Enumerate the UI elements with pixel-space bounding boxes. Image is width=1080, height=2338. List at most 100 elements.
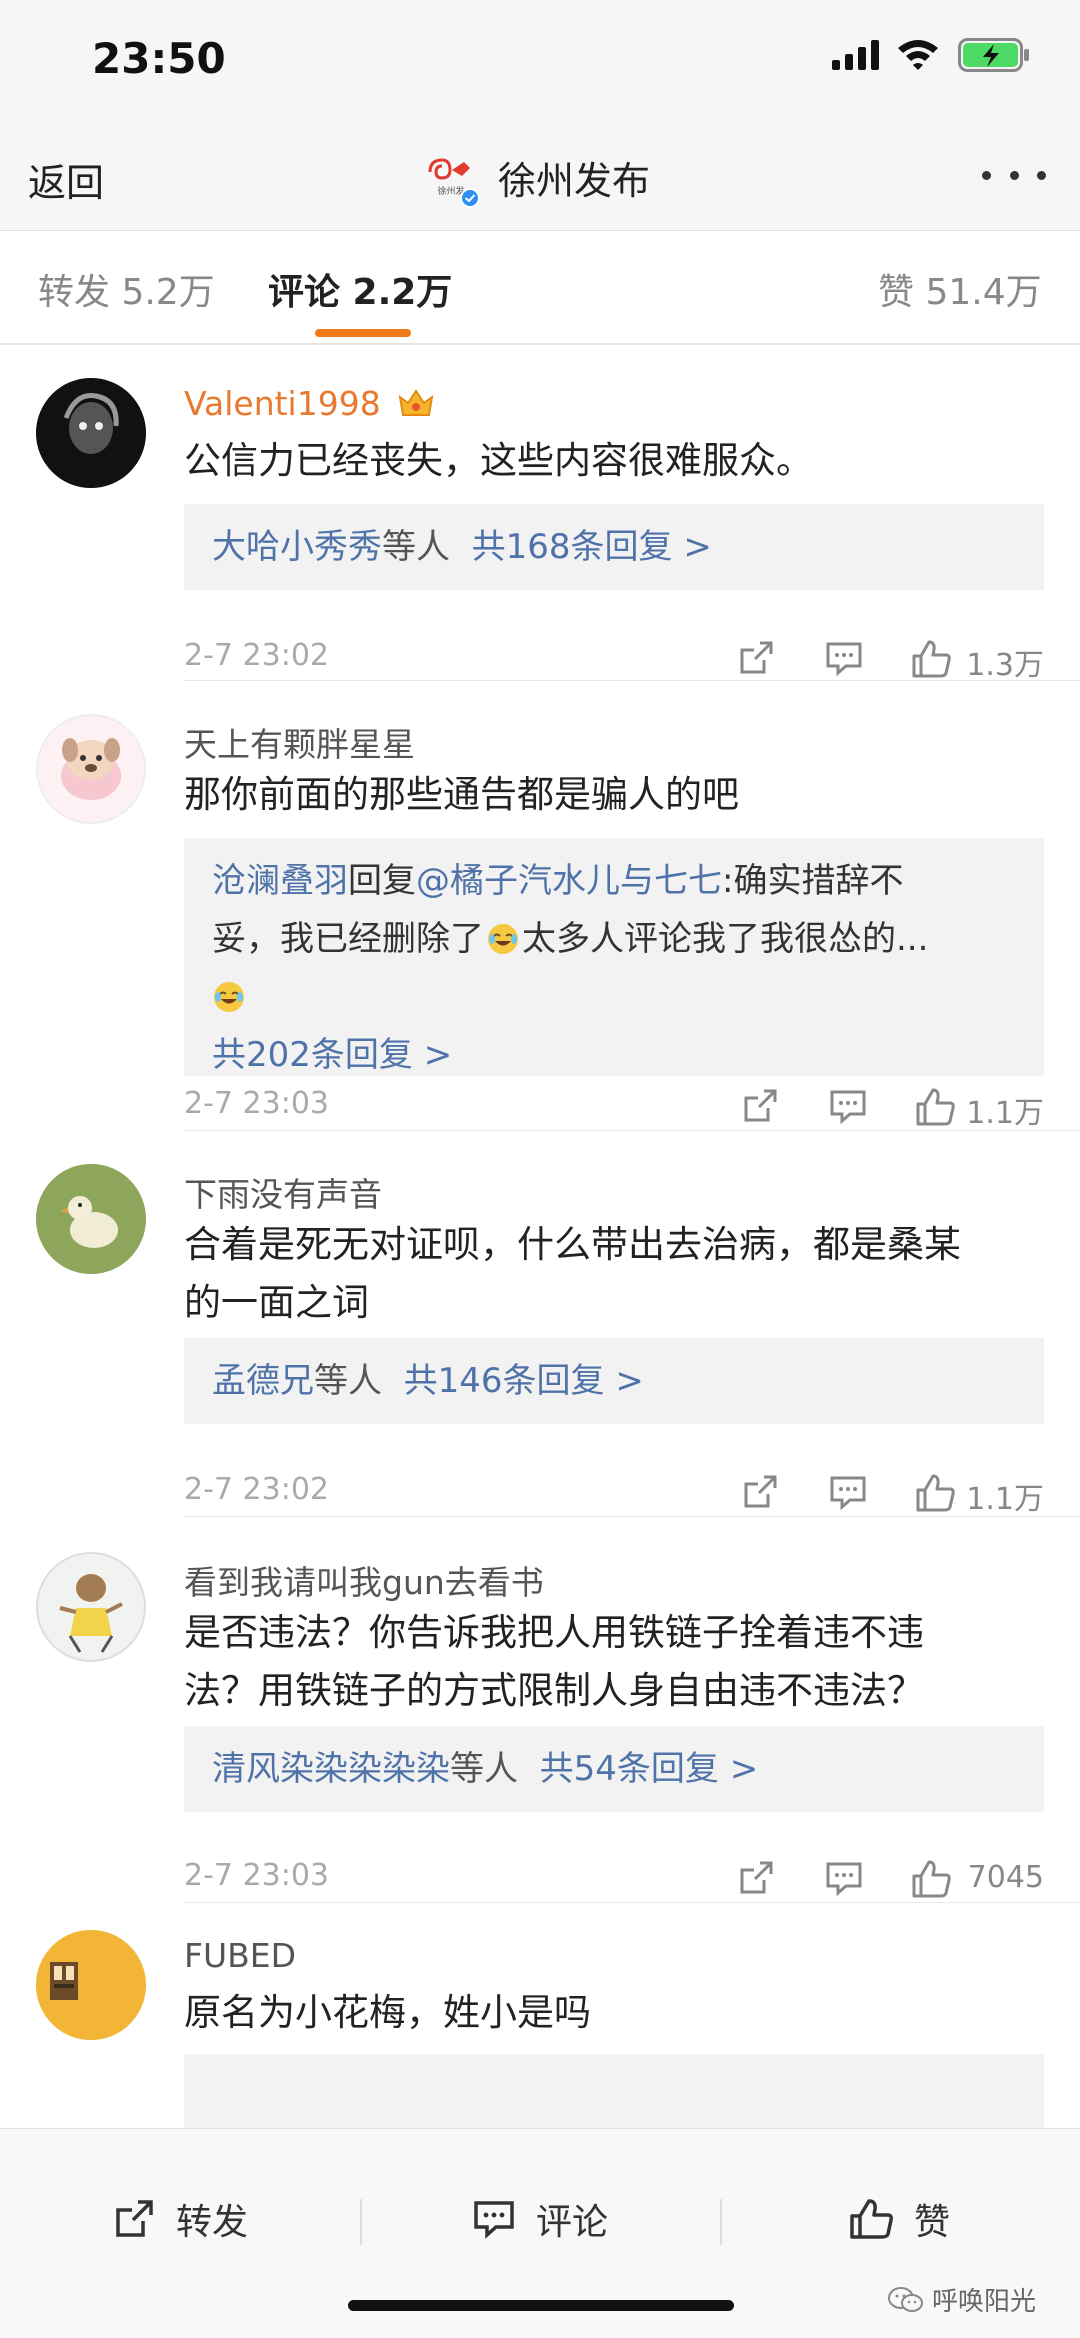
repost-icon[interactable]	[736, 1858, 776, 1898]
tab-like[interactable]: 赞 51.4万	[878, 263, 1042, 315]
bottom-repost-label: 转发	[176, 2202, 249, 2243]
tab-repost[interactable]: 转发 5.2万	[38, 263, 215, 315]
comment-icon[interactable]	[828, 1086, 868, 1126]
laugh-cry-emoji-icon	[214, 982, 244, 1012]
comment-meta: 2-7 23:03 1.1万	[184, 1082, 1044, 1132]
comment-text-line2: 的一面之词	[184, 1281, 369, 1324]
comment-icon	[474, 2201, 514, 2239]
comment-username[interactable]: FUBED	[184, 1936, 296, 1975]
reply-summary: 孟德兄等人 共146条回复 >	[184, 1338, 1044, 1424]
reply-text-part3: 太多人评论我了我很怂的...	[522, 919, 929, 959]
interaction-tabs: 转发 5.2万 评论 2.2万 赞 51.4万	[0, 231, 1080, 344]
divider	[360, 2199, 362, 2245]
tab-comment[interactable]: 评论 2.2万	[268, 263, 452, 315]
reply-author[interactable]: 沧澜叠羽	[212, 861, 348, 901]
comment-icon[interactable]	[824, 638, 864, 678]
status-time: 23:50	[92, 34, 226, 83]
comment-text: 是否违法？你告诉我把人用铁链子拴着违不违 法？用铁链子的方式限制人身自由违不违法…	[184, 1604, 1044, 1720]
like-count: 1.1万	[966, 1482, 1044, 1517]
avatar[interactable]	[36, 1164, 146, 1274]
bottom-comment-button[interactable]: 评论	[472, 2189, 608, 2249]
comment-icon[interactable]	[828, 1472, 868, 1512]
comment-username[interactable]: Valenti1998	[184, 384, 435, 423]
reply-count-link[interactable]: 共54条回复 >	[540, 1749, 759, 1789]
comment-meta: 2-7 23:02 1.3万	[184, 634, 1044, 684]
comment-username[interactable]: 下雨没有声音	[184, 1168, 382, 1216]
reply-text-part2: 妥，我已经删除了	[212, 919, 484, 959]
like-icon	[850, 2199, 893, 2239]
reply-names[interactable]: 孟德兄	[212, 1361, 314, 1401]
like-count: 7045	[967, 1860, 1044, 1895]
like-icon[interactable]	[910, 1858, 952, 1900]
avatar[interactable]	[36, 714, 146, 824]
back-button[interactable]: 返回	[28, 152, 104, 207]
wechat-icon	[888, 2286, 923, 2312]
active-tab-indicator	[315, 329, 411, 337]
reply-suffix: 等人	[382, 527, 450, 567]
comment-icon[interactable]	[824, 1858, 864, 1898]
nav-bar: 返回 徐州发 徐州发布	[0, 128, 1080, 231]
home-indicator[interactable]	[348, 2300, 734, 2311]
avatar[interactable]	[36, 1930, 146, 2040]
divider	[0, 344, 1080, 345]
bottom-like-button[interactable]: 赞	[848, 2189, 950, 2249]
like-count: 1.1万	[966, 1096, 1044, 1131]
comment-meta: 2-7 23:03 7045	[184, 1854, 1044, 1904]
divider	[184, 1130, 1080, 1131]
comment-date: 2-7 23:03	[184, 1858, 329, 1893]
watermark-text: 呼唤阳光	[932, 2287, 1037, 2317]
reply-preview[interactable]: 孟德兄等人 共146条回复 >	[184, 1338, 1044, 1424]
reply-preview[interactable]: 清风染染染染染等人 共54条回复 >	[184, 1726, 1044, 1812]
account-title[interactable]: 徐州发 徐州发布	[424, 146, 650, 208]
repost-icon[interactable]	[740, 1472, 780, 1512]
comment-text-line1: 合着是死无对证呗，什么带出去治病，都是桑某	[184, 1223, 961, 1266]
reply-count-link[interactable]: 共146条回复 >	[404, 1361, 644, 1401]
avatar[interactable]	[36, 378, 146, 488]
reply-names[interactable]: 大哈小秀秀	[212, 527, 382, 567]
bottom-repost-button[interactable]: 转发	[112, 2189, 248, 2249]
comment-username[interactable]: 天上有颗胖星星	[184, 718, 415, 766]
reply-mention[interactable]: @橘子汽水儿与七七	[416, 861, 722, 901]
comment-text: 原名为小花梅，姓小是吗	[184, 1991, 591, 2034]
reply-verb: 回复	[348, 861, 416, 901]
divider	[184, 680, 1080, 681]
reply-preview[interactable]: 大哈小秀秀等人 共168条回复 >	[184, 504, 1044, 590]
account-logo: 徐州发	[424, 150, 480, 208]
reply-text-part1: :确实措辞不	[722, 861, 904, 901]
wifi-icon	[898, 40, 938, 70]
bottom-comment-label: 评论	[536, 2202, 609, 2243]
comment-username[interactable]: 看到我请叫我gun去看书	[184, 1556, 544, 1604]
like-count: 1.3万	[966, 648, 1044, 683]
reply-preview[interactable]: 沧澜叠羽回复@橘子汽水儿与七七:确实措辞不 妥，我已经删除了 太多人评论我了我很怂…	[184, 838, 1044, 1076]
more-options-icon[interactable]	[982, 168, 1046, 182]
reply-preview[interactable]	[184, 2054, 1044, 2129]
repost-icon	[116, 2200, 153, 2237]
repost-icon[interactable]	[740, 1086, 780, 1126]
avatar-image	[36, 714, 146, 824]
laugh-cry-emoji-icon	[488, 924, 518, 954]
vip-crown-icon	[398, 389, 434, 416]
divider	[720, 2199, 722, 2245]
reply-summary: 大哈小秀秀等人 共168条回复 >	[184, 504, 1044, 590]
comment-text: 那你前面的那些通告都是骗人的吧	[184, 773, 739, 816]
repost-icon[interactable]	[736, 638, 776, 678]
comment-text-line2: 法？用铁链子的方式限制人身自由违不违法？	[184, 1669, 924, 1712]
watermark: 呼唤阳光	[888, 2281, 1036, 2318]
comment-date: 2-7 23:02	[184, 1472, 329, 1507]
like-icon[interactable]	[914, 1086, 956, 1128]
like-icon[interactable]	[914, 1472, 956, 1514]
avatar[interactable]	[36, 1552, 146, 1662]
reply-text: 沧澜叠羽回复@橘子汽水儿与七七:确实措辞不 妥，我已经删除了 太多人评论我了我很怂…	[184, 852, 1044, 1084]
reply-count-link[interactable]: 共168条回复 >	[472, 527, 712, 567]
comment-text: 公信力已经丧失，这些内容很难服众。	[184, 439, 813, 482]
verified-badge-icon	[460, 188, 480, 208]
username-text: Valenti1998	[184, 384, 381, 423]
comment-text: 合着是死无对证呗，什么带出去治病，都是桑某 的一面之词	[184, 1216, 1044, 1332]
divider	[184, 1516, 1080, 1517]
like-icon[interactable]	[910, 638, 952, 680]
status-bar: 23:50	[0, 0, 1080, 128]
reply-names[interactable]: 清风染染染染染	[212, 1749, 450, 1789]
bottom-like-label: 赞	[914, 2202, 951, 2243]
avatar-image	[36, 1164, 146, 1274]
reply-count-link[interactable]: 共202条回复 >	[212, 1035, 452, 1075]
